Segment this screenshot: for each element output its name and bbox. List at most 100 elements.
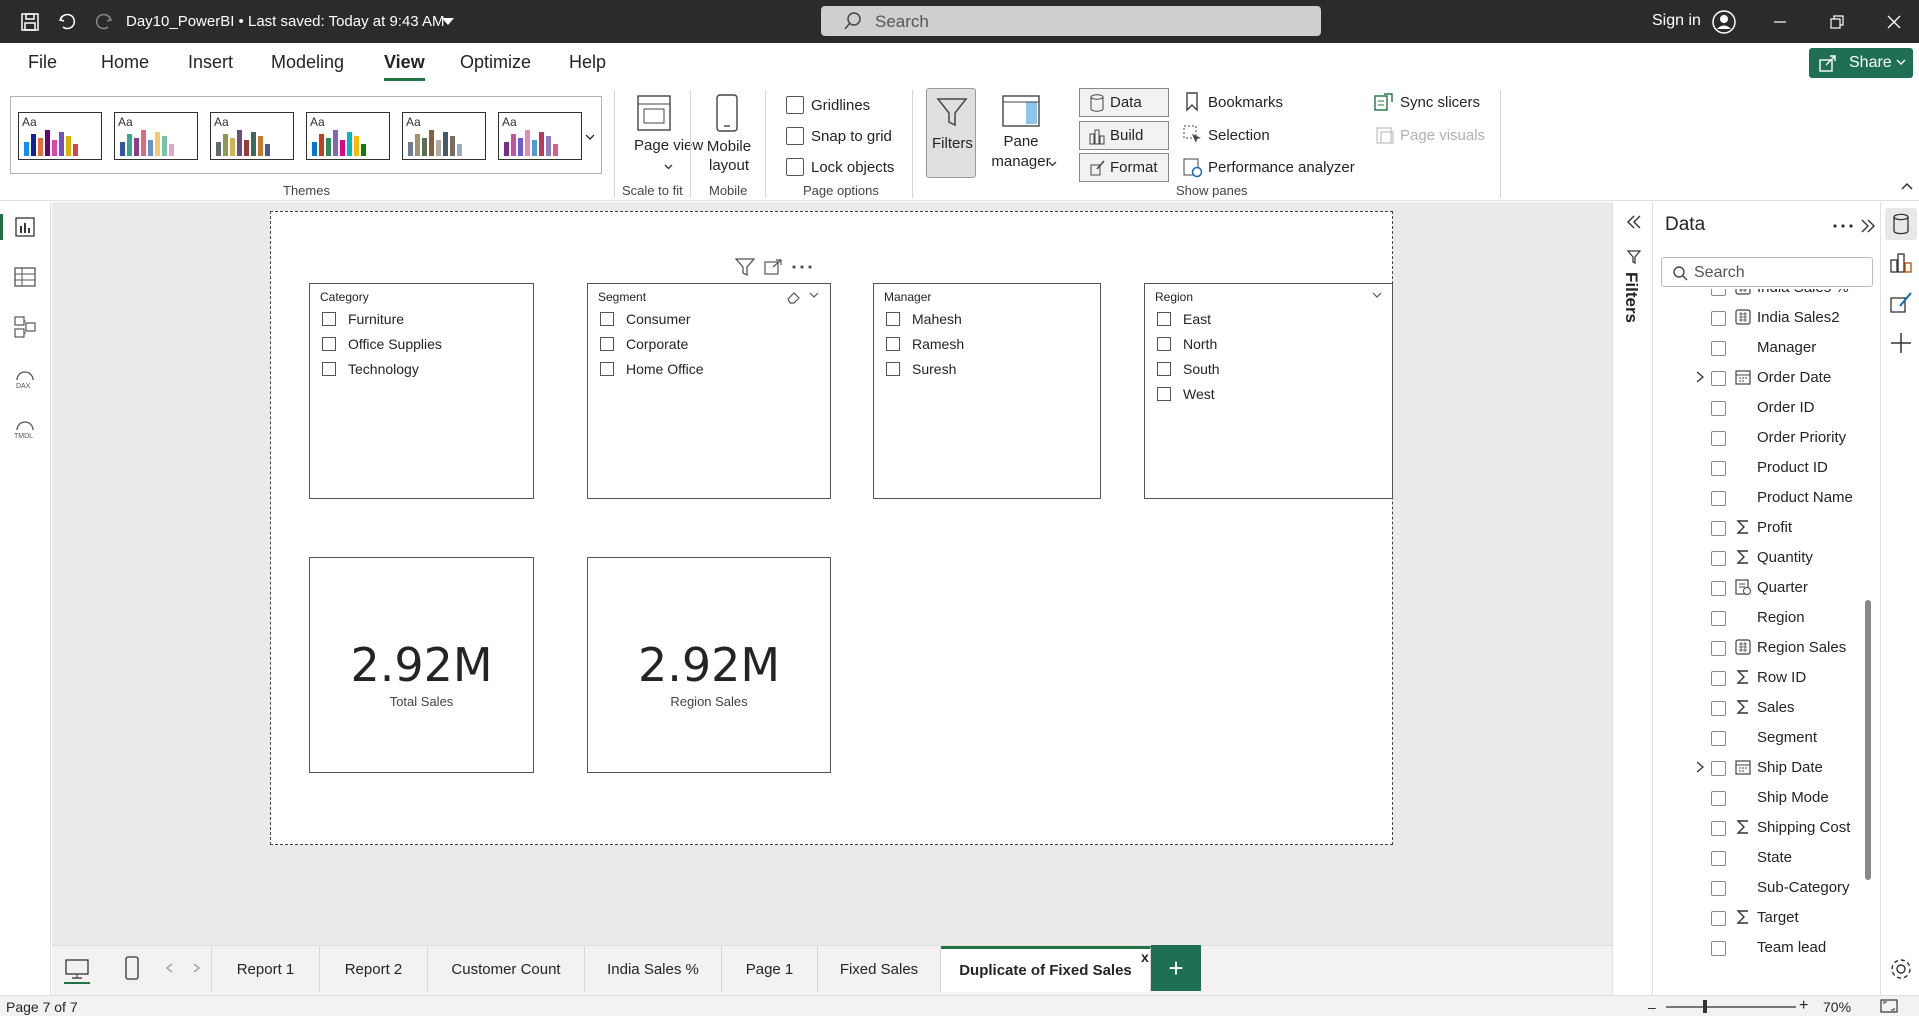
theme-swatch[interactable]: Aa	[114, 112, 198, 160]
global-search-box[interactable]: Search	[821, 6, 1321, 36]
report-view-icon[interactable]	[12, 214, 38, 240]
field-checkbox[interactable]	[1711, 461, 1726, 476]
page-tab-duplicate-of-fixed-sales[interactable]: Duplicate of Fixed Sales	[941, 946, 1151, 992]
field-checkbox[interactable]	[1711, 851, 1726, 866]
field-checkbox[interactable]	[1711, 401, 1726, 416]
tab-insert[interactable]: Insert	[188, 52, 233, 73]
table-view-icon[interactable]	[12, 264, 38, 290]
selection-button[interactable]: Selection	[1208, 127, 1270, 144]
model-view-icon[interactable]	[12, 314, 38, 340]
restore-icon[interactable]	[1825, 10, 1849, 34]
field-item[interactable]: Segment	[1653, 724, 1881, 752]
tab-home[interactable]: Home	[101, 52, 149, 73]
slicer-item[interactable]: Office Supplies	[322, 335, 442, 353]
slicer-checkbox[interactable]	[1157, 312, 1171, 326]
data-pane-scrollbar[interactable]	[1865, 600, 1871, 880]
settings-gear-icon[interactable]	[1888, 956, 1914, 982]
page-tab-report-2[interactable]: Report 2	[320, 946, 428, 992]
pane-manager-button[interactable]: Pane manager	[986, 94, 1054, 179]
field-item[interactable]: Quantity	[1653, 544, 1881, 572]
minimize-icon[interactable]	[1768, 10, 1792, 34]
slicer-item[interactable]: Furniture	[322, 310, 404, 328]
zoom-level[interactable]: 70%	[1823, 999, 1851, 1015]
visual-filter-icon[interactable]	[735, 258, 755, 276]
slicer-item[interactable]: Mahesh	[886, 310, 962, 328]
report-page[interactable]: Category Furniture Office Supplies Techn…	[270, 211, 1393, 845]
slicer-checkbox[interactable]	[1157, 337, 1171, 351]
field-checkbox[interactable]	[1711, 491, 1726, 506]
slicer-checkbox[interactable]	[322, 312, 336, 326]
tmdl-view-icon[interactable]: TMDL	[12, 414, 38, 440]
field-item[interactable]: Quarter	[1653, 574, 1881, 602]
data-search-input[interactable]: Search	[1661, 257, 1873, 287]
expand-chevron-icon[interactable]	[1695, 370, 1705, 384]
slicer-checkbox[interactable]	[600, 312, 614, 326]
more-options-icon[interactable]	[792, 265, 812, 269]
slicer-checkbox[interactable]	[600, 362, 614, 376]
zoom-slider[interactable]	[1666, 1006, 1796, 1008]
filters-pane-label[interactable]: Filters	[1621, 272, 1641, 323]
zoom-in-button[interactable]: +	[1799, 997, 1808, 1015]
data-pane-button[interactable]: Data	[1079, 88, 1169, 117]
slicer-item[interactable]: South	[1157, 360, 1220, 378]
page-tab-india-sales-pct[interactable]: India Sales %	[585, 946, 722, 992]
field-item[interactable]: India Sales2	[1653, 304, 1881, 332]
field-item[interactable]: Team lead	[1653, 934, 1881, 962]
theme-swatch[interactable]: Aa	[306, 112, 390, 160]
slicer-item[interactable]: Technology	[322, 360, 419, 378]
build-visual-rail-icon[interactable]	[1888, 250, 1914, 276]
field-checkbox[interactable]	[1711, 611, 1726, 626]
slicer-checkbox[interactable]	[1157, 362, 1171, 376]
slicer-checkbox[interactable]	[600, 337, 614, 351]
slicer-checkbox[interactable]	[322, 362, 336, 376]
field-checkbox[interactable]	[1711, 581, 1726, 596]
sync-slicers-button[interactable]: Sync slicers	[1400, 94, 1480, 111]
tab-view[interactable]: View	[384, 52, 425, 81]
zoom-slider-thumb[interactable]	[1703, 1000, 1707, 1013]
sign-in-link[interactable]: Sign in	[1652, 12, 1701, 30]
redo-icon[interactable]	[92, 10, 116, 34]
close-tab-button[interactable]: x	[1141, 949, 1149, 965]
segment-slicer[interactable]: Segment Consumer Corporate Home Office	[587, 283, 831, 499]
field-item[interactable]: Ship Date	[1653, 754, 1881, 782]
snap-to-grid-checkbox[interactable]	[786, 127, 804, 145]
field-item[interactable]: India Sales %	[1653, 289, 1881, 302]
add-pane-plus-icon[interactable]	[1888, 330, 1914, 356]
tab-file[interactable]: File	[28, 52, 57, 73]
tab-modeling[interactable]: Modeling	[271, 52, 344, 73]
clear-selections-eraser-icon[interactable]	[787, 290, 801, 304]
page-tab-fixed-sales[interactable]: Fixed Sales	[818, 946, 941, 992]
slicer-checkbox[interactable]	[886, 337, 900, 351]
field-checkbox[interactable]	[1711, 791, 1726, 806]
field-item[interactable]: Order Priority	[1653, 424, 1881, 452]
field-checkbox[interactable]	[1711, 881, 1726, 896]
save-icon[interactable]	[18, 10, 42, 34]
page-tab-report-1[interactable]: Report 1	[212, 946, 320, 992]
collapse-data-pane-icon[interactable]	[1860, 218, 1876, 234]
field-item[interactable]: Shipping Cost	[1653, 814, 1881, 842]
field-checkbox[interactable]	[1711, 431, 1726, 446]
field-checkbox[interactable]	[1711, 941, 1726, 956]
field-checkbox[interactable]	[1711, 551, 1726, 566]
document-title[interactable]: Day10_PowerBI • Last saved: Today at 9:4…	[126, 13, 445, 30]
field-checkbox[interactable]	[1711, 371, 1726, 386]
total-sales-card[interactable]: 2.92M Total Sales	[309, 557, 534, 773]
lock-objects-checkbox[interactable]	[786, 158, 804, 176]
account-icon[interactable]	[1712, 10, 1736, 34]
category-slicer[interactable]: Category Furniture Office Supplies Techn…	[309, 283, 534, 499]
field-item[interactable]: Manager	[1653, 334, 1881, 362]
fit-to-page-icon[interactable]	[1880, 999, 1898, 1013]
close-icon[interactable]	[1882, 10, 1906, 34]
field-item[interactable]: Product ID	[1653, 454, 1881, 482]
page-tab-page-1[interactable]: Page 1	[722, 946, 818, 992]
field-item[interactable]: Profit	[1653, 514, 1881, 542]
performance-analyzer-button[interactable]: Performance analyzer	[1208, 159, 1355, 176]
region-sales-card[interactable]: 2.92M Region Sales	[587, 557, 831, 773]
field-item[interactable]: Sales	[1653, 694, 1881, 722]
slicer-item[interactable]: Suresh	[886, 360, 956, 378]
field-item[interactable]: Target	[1653, 904, 1881, 932]
data-pane-rail-icon[interactable]	[1885, 208, 1917, 240]
data-more-options-icon[interactable]	[1833, 224, 1853, 228]
undo-icon[interactable]	[55, 10, 79, 34]
field-checkbox[interactable]	[1711, 821, 1726, 836]
